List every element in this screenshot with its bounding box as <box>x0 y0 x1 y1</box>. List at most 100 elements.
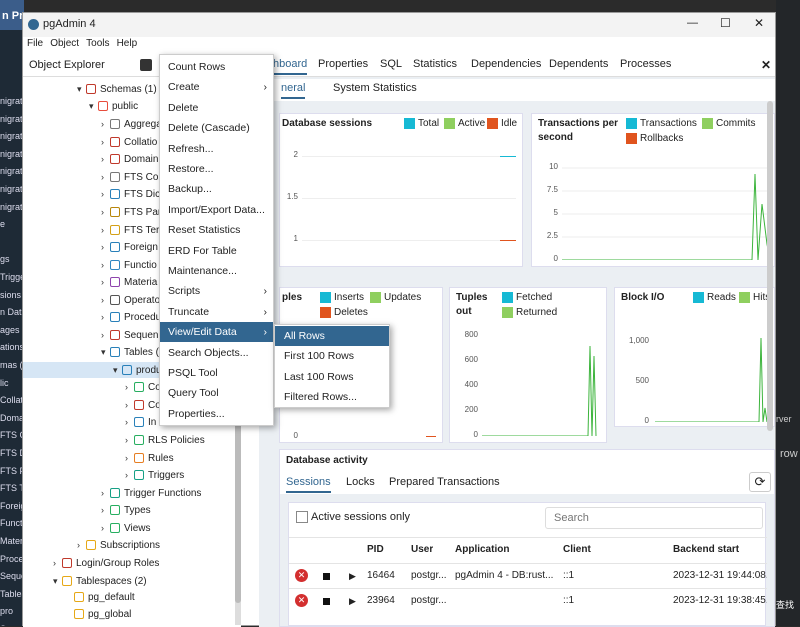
tree-node[interactable]: › Rules <box>125 450 174 466</box>
context-menu-item[interactable]: Delete (Cascade) <box>160 118 273 138</box>
tab-prepared-transactions[interactable]: Prepared Transactions <box>389 476 500 488</box>
column-header[interactable]: PID <box>367 538 384 562</box>
tree-node[interactable]: › Operato <box>101 292 160 308</box>
context-menu-item[interactable]: Delete <box>160 98 273 118</box>
tree-node[interactable]: › FTS Ter <box>101 222 159 238</box>
context-menu-item[interactable]: Reset Statistics <box>160 220 273 240</box>
chevron-right-icon[interactable]: › <box>101 186 110 202</box>
chevron-right-icon[interactable]: › <box>101 222 110 238</box>
chevron-right-icon[interactable]: › <box>125 432 134 448</box>
terminate-session-icon[interactable]: ✕ <box>295 569 308 582</box>
tree-node[interactable]: ▾ Tables ( <box>101 344 159 360</box>
close-button[interactable]: ✕ <box>754 16 764 30</box>
chevron-right-icon[interactable]: › <box>77 537 86 553</box>
chevron-right-icon[interactable]: › <box>101 204 110 220</box>
context-menu-item[interactable]: Search Objects... <box>160 343 273 363</box>
chevron-right-icon[interactable]: › <box>125 397 134 413</box>
tree-node[interactable]: › Sequen <box>101 327 158 343</box>
tree-node[interactable]: › Types <box>101 502 151 518</box>
chevron-right-icon[interactable]: › <box>125 450 134 466</box>
context-menu-item[interactable]: Count Rows <box>160 57 273 77</box>
chevron-right-icon[interactable]: › <box>101 485 110 501</box>
chevron-right-icon[interactable]: › <box>101 274 110 290</box>
cancel-query-icon[interactable] <box>323 573 330 580</box>
chevron-right-icon[interactable]: › <box>101 309 110 325</box>
dashboard-scrollbar[interactable] <box>767 101 773 431</box>
chevron-right-icon[interactable]: › <box>125 379 134 395</box>
tab-processes[interactable]: Processes <box>620 58 671 70</box>
tab-properties[interactable]: Properties <box>318 58 368 70</box>
tree-node[interactable]: › Subscriptions <box>77 537 160 553</box>
context-menu-item[interactable]: Refresh... <box>160 139 273 159</box>
context-menu-item[interactable]: Maintenance... <box>160 261 273 281</box>
submenu-item[interactable]: Filtered Rows... <box>275 387 389 407</box>
terminate-session-icon[interactable]: ✕ <box>295 594 308 607</box>
chevron-down-icon[interactable]: ▾ <box>77 81 86 97</box>
chevron-right-icon[interactable]: › <box>101 520 110 536</box>
chevron-right-icon[interactable]: › <box>101 239 110 255</box>
tree-node[interactable]: › FTS Dic <box>101 186 160 202</box>
column-header[interactable]: Client <box>563 538 591 562</box>
cancel-query-icon[interactable] <box>323 598 330 605</box>
chevron-down-icon[interactable]: ▾ <box>53 573 62 589</box>
menu-tools[interactable]: Tools <box>86 38 109 49</box>
subtab-system-statistics[interactable]: System Statistics <box>333 82 417 94</box>
expand-row-icon[interactable]: ▶ <box>349 564 356 588</box>
tab-statistics[interactable]: Statistics <box>413 58 457 70</box>
column-header[interactable]: Backend start <box>673 538 739 562</box>
tree-node[interactable]: › FTS Cor <box>101 169 162 185</box>
tree-node[interactable]: › FTS Par <box>101 204 161 220</box>
tab-sessions[interactable]: Sessions <box>286 476 331 493</box>
context-menu-item[interactable]: Truncate › <box>160 302 273 322</box>
chevron-down-icon[interactable]: ▾ <box>113 362 122 378</box>
tree-node[interactable]: › Procedu <box>101 309 161 325</box>
submenu-item[interactable]: Last 100 Rows <box>275 367 389 387</box>
menu-object[interactable]: Object <box>50 38 79 49</box>
tab-dependents[interactable]: Dependents <box>549 58 608 70</box>
minimize-button[interactable]: — <box>687 17 698 29</box>
chevron-right-icon[interactable]: › <box>101 151 110 167</box>
context-menu-item[interactable]: Import/Export Data... <box>160 200 273 220</box>
column-header[interactable]: User <box>411 538 433 562</box>
tab-sql[interactable]: SQL <box>380 58 402 70</box>
context-menu-item[interactable]: Properties... <box>160 404 273 424</box>
refresh-icon[interactable]: ⟳ <box>749 472 771 492</box>
tree-node[interactable]: › Functio <box>101 257 157 273</box>
subtab-general[interactable]: neral <box>281 82 306 99</box>
chevron-down-icon[interactable]: ▾ <box>89 98 98 114</box>
chevron-right-icon[interactable]: › <box>101 327 110 343</box>
tree-node[interactable]: › RLS Policies <box>125 432 205 448</box>
database-icon[interactable] <box>140 59 152 71</box>
search-input[interactable] <box>545 507 763 529</box>
tree-node[interactable]: ▾ Schemas (1) <box>77 81 157 97</box>
context-menu-item[interactable]: Query Tool <box>160 383 273 403</box>
chevron-right-icon[interactable]: › <box>125 414 134 430</box>
menu-help[interactable]: Help <box>117 38 138 49</box>
chevron-right-icon[interactable]: › <box>101 116 110 132</box>
chevron-right-icon[interactable]: › <box>101 292 110 308</box>
close-tab-icon[interactable]: ✕ <box>761 58 771 72</box>
tree-node[interactable]: › Materia <box>101 274 157 290</box>
tree-node[interactable]: › Views <box>101 520 151 536</box>
context-menu-item[interactable]: PSQL Tool <box>160 363 273 383</box>
tree-node[interactable]: › Triggers <box>125 467 184 483</box>
context-menu-item[interactable]: Backup... <box>160 179 273 199</box>
context-menu-item[interactable]: Create › <box>160 77 273 97</box>
tree-node[interactable]: › Collatio <box>101 134 157 150</box>
tree-node[interactable]: pg_default <box>65 590 135 606</box>
chevron-down-icon[interactable]: ▾ <box>101 344 110 360</box>
tab-locks[interactable]: Locks <box>346 476 375 488</box>
tree-node[interactable]: › Domain <box>101 151 158 167</box>
menu-file[interactable]: File <box>27 38 43 49</box>
submenu-item[interactable]: First 100 Rows <box>275 346 389 366</box>
tree-node[interactable]: › Aggrega <box>101 116 162 132</box>
context-menu-item[interactable]: Scripts › <box>160 281 273 301</box>
tree-node[interactable]: ▾ Tablespaces (2) <box>53 573 147 589</box>
tree-node[interactable]: › Co <box>125 397 161 413</box>
tree-node[interactable]: › In <box>125 414 156 430</box>
chevron-right-icon[interactable]: › <box>101 169 110 185</box>
tree-node[interactable]: pg_global <box>65 607 131 623</box>
tab-dashboard[interactable]: hboard <box>273 58 308 75</box>
chevron-right-icon[interactable]: › <box>101 502 110 518</box>
submenu-item[interactable]: All Rows <box>275 326 389 346</box>
